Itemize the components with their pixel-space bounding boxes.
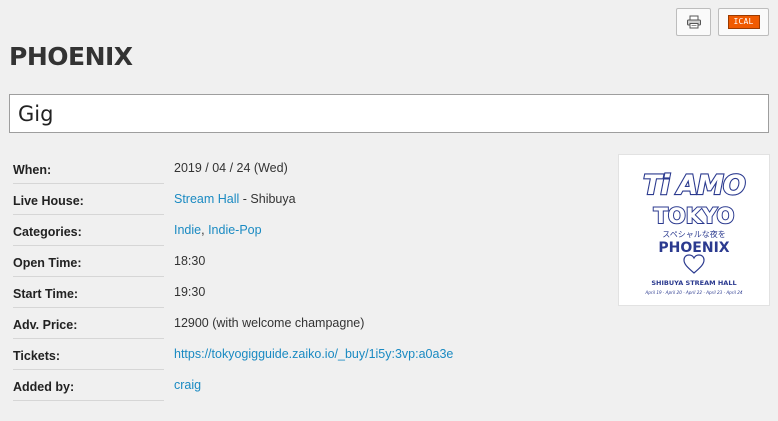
tickets-value: https://tokyogigguide.zaiko.io/_buy/1i5y… bbox=[174, 339, 453, 361]
poster-line-1: Ti AMO bbox=[643, 170, 745, 201]
tickets-link[interactable]: https://tokyogigguide.zaiko.io/_buy/1i5y… bbox=[174, 347, 453, 361]
event-details: When: 2019 / 04 / 24 (Wed) Live House: S… bbox=[13, 153, 453, 401]
open-time-label: Open Time: bbox=[13, 246, 164, 277]
poster-artwork: Ti AMO TOKYO スペシャルな夜を PHOENIX SHIBUYA ST… bbox=[619, 155, 769, 305]
event-poster-image[interactable]: Ti AMO TOKYO スペシャルな夜を PHOENIX SHIBUYA ST… bbox=[619, 155, 769, 305]
detail-row-tickets: Tickets: https://tokyogigguide.zaiko.io/… bbox=[13, 339, 453, 370]
start-time-label: Start Time: bbox=[13, 277, 164, 308]
categories-label: Categories: bbox=[13, 215, 164, 246]
tickets-label: Tickets: bbox=[13, 339, 164, 370]
ical-export-button[interactable]: ICAL bbox=[718, 8, 769, 36]
poster-dates: April 19 · April 20 · April 22 · April 2… bbox=[644, 290, 742, 295]
detail-row-categories: Categories: Indie, Indie-Pop bbox=[13, 215, 453, 246]
detail-row-open-time: Open Time: 18:30 bbox=[13, 246, 453, 277]
categories-value: Indie, Indie-Pop bbox=[174, 215, 262, 237]
price-value: 12900 (with welcome champagne) bbox=[174, 316, 365, 330]
detail-row-price: Adv. Price: 12900 (with welcome champagn… bbox=[13, 308, 453, 339]
event-title: PHOENIX bbox=[9, 42, 133, 71]
event-type: Gig bbox=[18, 101, 54, 126]
printer-icon bbox=[686, 15, 701, 29]
when-label: When: bbox=[13, 153, 164, 184]
event-type-box: Gig bbox=[9, 94, 769, 133]
poster-artist: PHOENIX bbox=[658, 240, 729, 256]
venue-link[interactable]: Stream Hall bbox=[174, 192, 239, 206]
print-button[interactable] bbox=[676, 8, 711, 36]
venue-area: - Shibuya bbox=[239, 192, 296, 206]
start-time-value: 19:30 bbox=[174, 285, 206, 299]
venue-label: Live House: bbox=[13, 184, 164, 215]
open-time-value: 18:30 bbox=[174, 254, 206, 268]
added-by-value: craig bbox=[174, 370, 201, 392]
poster-line-2: TOKYO bbox=[654, 204, 735, 228]
detail-row-start-time: Start Time: 19:30 bbox=[13, 277, 453, 308]
poster-jp-text: スペシャルな夜を bbox=[662, 229, 725, 239]
venue-value: Stream Hall - Shibuya bbox=[174, 184, 296, 206]
event-page: ICAL PHOENIX Gig When: 2019 / 04 / 24 (W… bbox=[0, 0, 778, 421]
category-link-indie[interactable]: Indie bbox=[174, 223, 201, 237]
added-by-link[interactable]: craig bbox=[174, 378, 201, 392]
when-value: 2019 / 04 / 24 (Wed) bbox=[174, 161, 288, 175]
poster-venue: SHIBUYA STREAM HALL bbox=[651, 279, 736, 287]
detail-row-when: When: 2019 / 04 / 24 (Wed) bbox=[13, 153, 453, 184]
ical-icon: ICAL bbox=[727, 15, 760, 29]
detail-row-venue: Live House: Stream Hall - Shibuya bbox=[13, 184, 453, 215]
detail-row-added-by: Added by: craig bbox=[13, 370, 453, 401]
price-label: Adv. Price: bbox=[13, 308, 164, 339]
added-by-label: Added by: bbox=[13, 370, 164, 401]
category-link-indie-pop[interactable]: Indie-Pop bbox=[208, 223, 262, 237]
